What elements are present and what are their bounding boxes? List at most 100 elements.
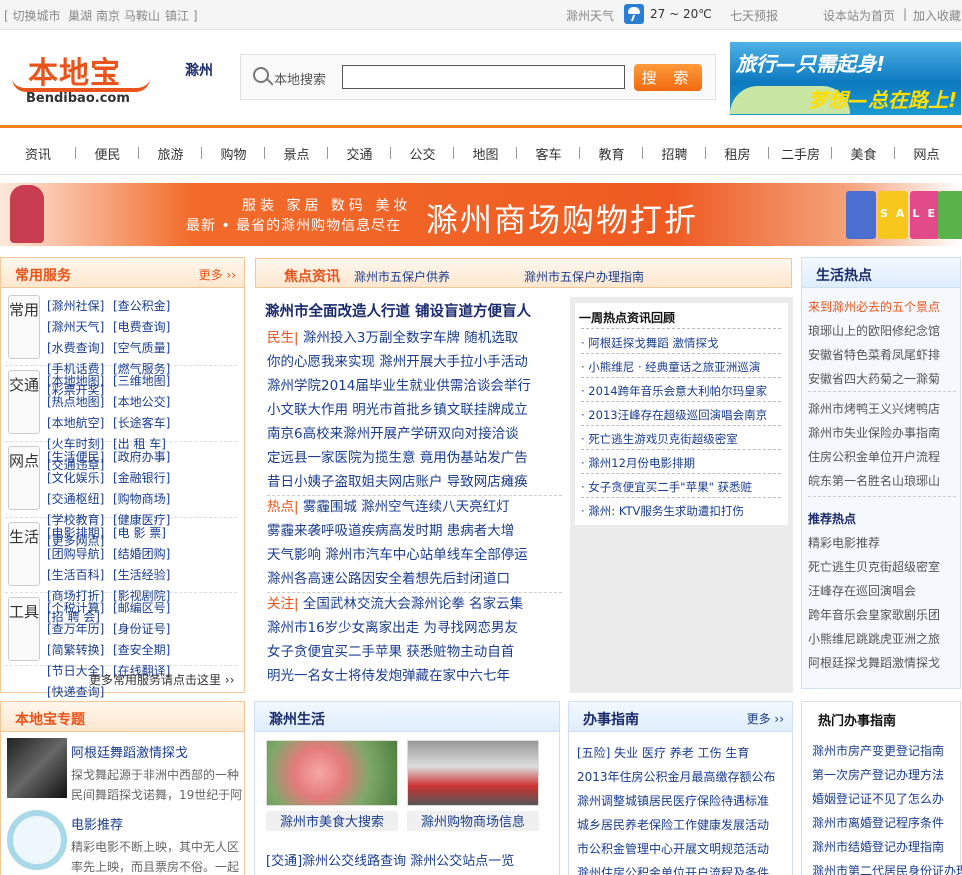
service-link[interactable]: [电影排期] — [47, 523, 113, 544]
hot-guide-item[interactable]: 滁州市离婚登记程序条件 — [812, 814, 944, 831]
news-line[interactable]: 女子贪便宜买二手苹果 获悉赃物主动自首 — [267, 640, 514, 664]
topic-title[interactable]: 电影推荐 — [71, 814, 123, 833]
seven-day-forecast-link[interactable]: 七天预报 — [730, 7, 778, 24]
news-line[interactable]: 滁州各高速公路因安全着想先后封闭道口 — [267, 567, 510, 591]
service-link[interactable]: [本地航空] — [47, 413, 113, 434]
more-services-link[interactable]: 更多常用服务请点击这里 ›› — [89, 671, 234, 688]
tango-thumbnail[interactable] — [7, 738, 67, 798]
life-hot-item[interactable]: 滁州市失业保险办事指南 — [808, 424, 940, 441]
hot-item[interactable]: · 阿根廷探戈舞蹈 激情探戈 — [581, 335, 718, 351]
life-hot-item[interactable]: 琅琊山上的欧阳修纪念馆 — [808, 322, 940, 339]
nav-item-map[interactable]: 地图 — [454, 144, 517, 164]
transport-line[interactable]: [交通]滁州公交线路查询 滁州公交站点一览 — [266, 850, 514, 869]
nav-item-education[interactable]: 教育 — [580, 144, 643, 164]
set-homepage-link[interactable]: 设本站为首页 — [823, 7, 895, 24]
nav-item-second-hand-house[interactable]: 二手房 — [769, 144, 832, 164]
shopping-caption[interactable]: 滁州购物商场信息 — [407, 811, 539, 831]
hot-item[interactable]: · 女子贪便宜买二手"苹果" 获悉赃 — [581, 479, 752, 495]
nearby-city-maanshan[interactable]: 马鞍山 — [124, 7, 160, 24]
service-link[interactable]: [生活百科] — [47, 565, 113, 586]
service-link[interactable]: [文化娱乐] — [47, 468, 113, 489]
services-more-link[interactable]: 更多 ›› — [199, 266, 236, 283]
guide-item[interactable]: 2013年住房公积金月最高缴存额公布 — [577, 768, 776, 785]
topic-title[interactable]: 阿根廷舞蹈激情探戈 — [71, 742, 188, 761]
food-thumbnail[interactable] — [266, 740, 398, 806]
service-link[interactable]: [简繁转换] — [47, 640, 113, 661]
news-tab-1[interactable]: 滁州市五保户供养 — [354, 268, 450, 285]
hot-guide-item[interactable]: 滁州市房产变更登记指南 — [812, 742, 944, 759]
hot-item[interactable]: · 2014跨年音乐会意大利帕尔玛皇家 — [581, 383, 767, 399]
nav-item-transport[interactable]: 交通 — [328, 144, 391, 164]
add-favorite-link[interactable]: 加入收藏 — [913, 7, 961, 24]
life-hot-item[interactable]: 滁州市烤鸭王义兴烤鸭店 — [808, 400, 940, 417]
hot-guide-item[interactable]: 第一次房产登记办理方法 — [812, 766, 944, 783]
recommended-item[interactable]: 跨年音乐会皇家歌剧乐团 — [808, 606, 940, 623]
service-link[interactable]: [空气质量] — [113, 338, 179, 359]
news-headline[interactable]: 滁州市全面改造人行道 铺设盲道方便盲人 — [265, 300, 531, 321]
nearby-city-chaohu[interactable]: 巢湖 — [68, 7, 92, 24]
nav-item-convenience[interactable]: 便民 — [76, 144, 139, 164]
service-link[interactable]: [金融银行] — [113, 468, 179, 489]
news-line[interactable]: 滁州学院2014届毕业生就业供需洽谈会举行 — [267, 374, 531, 398]
service-link[interactable]: [邮编区号] — [113, 598, 179, 619]
service-link[interactable]: [水费查询] — [47, 338, 113, 359]
hot-guide-item[interactable]: 滁州市第二代居民身份证办理 — [812, 862, 962, 875]
film-reel-icon[interactable] — [7, 810, 67, 870]
service-link[interactable]: [查万年历] — [47, 619, 113, 640]
nearby-city-nanjing[interactable]: 南京 — [96, 7, 120, 24]
guide-categories[interactable]: [五险] 失业 医疗 养老 工伤 生育 — [577, 744, 749, 761]
shopping-banner[interactable]: 服装 家居 数码 美妆 最新 • 最省的滁州购物信息尽在 滁州商场购物打折 SA… — [0, 183, 962, 246]
news-line[interactable]: 你的心愿我来实现 滁州开展大手拉小手活动 — [267, 350, 528, 374]
guide-item[interactable]: 市公积金管理中心开展文明规范活动 — [577, 840, 769, 857]
nav-item-bus[interactable]: 公交 — [391, 144, 454, 164]
recommended-item[interactable]: 精彩电影推荐 — [808, 534, 880, 551]
service-link[interactable]: [团购导航] — [47, 544, 113, 565]
weather-label[interactable]: 滁州天气 — [566, 7, 614, 24]
service-link[interactable]: [生活便民] — [47, 447, 113, 468]
service-link[interactable]: [本地地图] — [47, 371, 113, 392]
hot-guide-item[interactable]: 婚姻登记证不见了怎么办 — [812, 790, 944, 807]
nav-item-scenic[interactable]: 景点 — [265, 144, 328, 164]
life-hot-item[interactable]: 安徽省四大药菊之一滁菊 — [808, 370, 940, 387]
news-line[interactable]: 民生| 滁州投入3万副全数字车牌 随机选取 — [267, 326, 518, 350]
nav-item-shopping[interactable]: 购物 — [202, 144, 265, 164]
guide-more-link[interactable]: 更多 ›› — [747, 710, 784, 727]
recommended-item[interactable]: 汪峰存在巡回演唱会 — [808, 582, 916, 599]
nav-item-rent[interactable]: 租房 — [706, 144, 769, 164]
guide-item[interactable]: 滁州调整城镇居民医疗保险待遇标准 — [577, 792, 769, 809]
nav-item-jobs[interactable]: 招聘 — [643, 144, 706, 164]
life-hot-item[interactable]: 安徽省特色菜肴凤尾虾排 — [808, 346, 940, 363]
news-line[interactable]: 明光一名女士将侍发炮弹藏在家中六七年 — [267, 664, 510, 688]
food-caption[interactable]: 滁州市美食大搜索 — [266, 811, 398, 831]
service-link[interactable]: [滁州社保] — [47, 296, 113, 317]
hot-item[interactable]: · 死亡逃生游戏贝克街超级密室 — [581, 431, 738, 447]
service-link[interactable]: [生活经验] — [113, 565, 179, 586]
news-line[interactable]: 滁州市16岁少女离家出走 为寻找网恋男友 — [267, 616, 518, 640]
service-link[interactable]: [个税计算] — [47, 598, 113, 619]
hot-item[interactable]: · 小熊维尼 · 经典童话之旅亚洲巡演 — [581, 359, 760, 375]
nav-item-outlets[interactable]: 网点 — [895, 144, 958, 164]
service-link[interactable]: [热点地图] — [47, 392, 113, 413]
site-logo[interactable]: 本地宝 Bendibao.com — [12, 48, 152, 110]
hot-item[interactable]: · 滁州12月份电影排期 — [581, 455, 695, 471]
service-link[interactable]: [查安全期] — [113, 640, 179, 661]
news-line[interactable]: 南京6高校来滁州开展产学研双向对接洽谈 — [267, 422, 519, 446]
guide-item[interactable]: 城乡居民养老保险工作健康发展活动 — [577, 816, 769, 833]
recommended-item[interactable]: 阿根廷探戈舞蹈激情探戈 — [808, 654, 940, 671]
news-line[interactable]: 昔日小姨子盗取姐夫网店账户 导致网店瘫痪 — [267, 470, 528, 494]
service-link[interactable]: [长途客车] — [113, 413, 179, 434]
search-input[interactable] — [342, 65, 625, 89]
service-link[interactable]: [本地公交] — [113, 392, 179, 413]
service-link[interactable]: [身份证号] — [113, 619, 179, 640]
nearby-city-zhenjiang[interactable]: 镇江 ] — [165, 7, 198, 24]
travel-ad-banner[interactable]: 旅行—只需起身! 梦想—总在路上! — [730, 42, 961, 115]
nav-item-travel[interactable]: 旅游 — [139, 144, 202, 164]
service-link[interactable]: [政府办事] — [113, 447, 179, 468]
hot-guide-item[interactable]: 滁州市结婚登记办理指南 — [812, 838, 944, 855]
service-link[interactable]: [三维地图] — [113, 371, 179, 392]
news-line[interactable]: 关注| 全国武林交流大会滁州论拳 名家云集 — [267, 592, 523, 616]
recommended-item[interactable]: 小熊维尼跳跳虎亚洲之旅 — [808, 630, 940, 647]
news-line[interactable]: 小文联大作用 明光市首批乡镇文联挂牌成立 — [267, 398, 528, 422]
life-hot-item[interactable]: 来到滁州必去的五个景点 — [808, 298, 940, 315]
hot-item[interactable]: · 滁州: KTV服务生求助遭扣打伤 — [581, 503, 744, 519]
